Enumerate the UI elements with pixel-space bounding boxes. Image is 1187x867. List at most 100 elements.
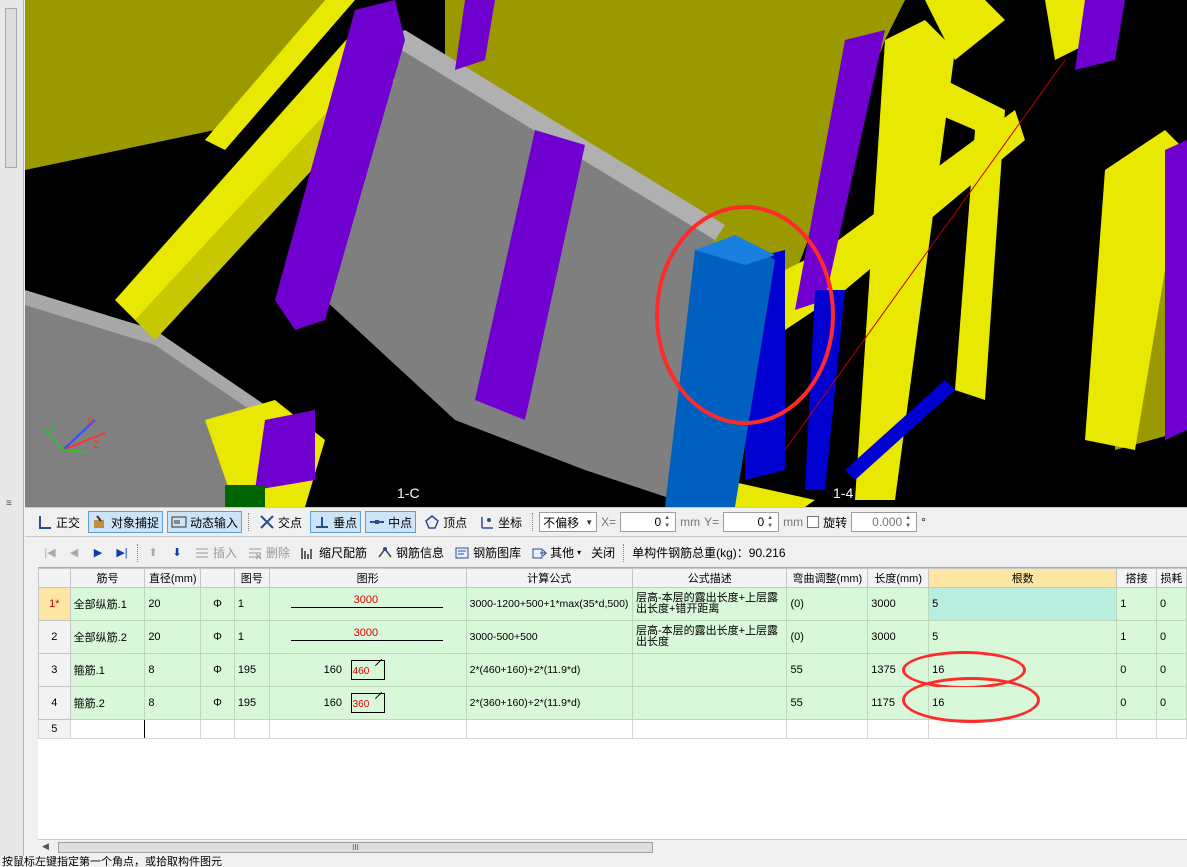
empty-cell[interactable] — [1155, 719, 1187, 739]
diameter-cell[interactable]: 20 — [144, 587, 202, 621]
bend-cell[interactable]: (0) — [786, 620, 869, 654]
midpoint-snap-button[interactable]: 中点 — [365, 511, 417, 533]
empty-cell[interactable] — [268, 719, 467, 739]
formula-cell[interactable]: 2*(460+160)+2*(11.9*d) — [465, 653, 633, 687]
diameter-cell[interactable]: 8 — [144, 653, 202, 687]
loss-cell[interactable]: 0 — [1155, 620, 1187, 654]
lap-cell[interactable]: 0 — [1116, 686, 1157, 720]
col-header-description[interactable]: 公式描述 — [631, 568, 788, 588]
grade-cell[interactable]: Φ — [200, 620, 235, 654]
empty-cell[interactable] — [233, 719, 270, 739]
empty-cell[interactable] — [1116, 719, 1157, 739]
shape-cell[interactable]: 160 360 — [268, 686, 467, 720]
horizontal-scroll-thumb[interactable]: III — [58, 842, 653, 853]
shape-no-cell[interactable]: 1 — [233, 620, 270, 654]
table-row[interactable]: 5 — [38, 719, 1187, 739]
shape-no-cell[interactable]: 1 — [233, 587, 270, 621]
count-cell[interactable]: 5 — [928, 620, 1118, 654]
bar-name-cell[interactable]: 全部纵筋.2 — [69, 620, 146, 654]
close-button[interactable]: 关闭 — [587, 542, 619, 564]
empty-cell[interactable] — [631, 719, 788, 739]
bend-cell[interactable]: 55 — [786, 653, 869, 687]
table-row[interactable]: 4 箍筋.2 8 Φ 195 160 360 2*(360+160)+2*(11… — [38, 677, 1187, 723]
col-header-diameter[interactable]: 直径(mm) — [144, 568, 202, 588]
last-record-icon[interactable]: ▶| — [111, 546, 133, 559]
rotate-angle-input[interactable]: 0.000 ▲ ▼ — [851, 512, 918, 532]
length-cell[interactable]: 3000 — [867, 587, 930, 621]
col-header-length[interactable]: 长度(mm) — [867, 568, 930, 588]
grade-cell[interactable]: Φ — [200, 686, 235, 720]
row-number[interactable]: 2 — [38, 620, 71, 654]
col-header-loss[interactable]: 损耗 — [1155, 568, 1187, 588]
row-number[interactable]: 3 — [38, 653, 71, 687]
grade-cell[interactable]: Φ — [200, 587, 235, 621]
length-cell[interactable]: 3000 — [867, 620, 930, 654]
table-row[interactable]: 2 全部纵筋.2 20 Φ 1 3000 3000-500+500 层高-本层的… — [38, 620, 1187, 654]
row-number[interactable]: 4 — [38, 686, 71, 720]
empty-cell[interactable] — [786, 719, 869, 739]
bar-name-cell[interactable]: 全部纵筋.1 — [69, 587, 146, 621]
x-coordinate-input[interactable]: 0 ▲ ▼ — [620, 512, 677, 532]
y-coordinate-input[interactable]: 0 ▲ ▼ — [723, 512, 780, 532]
col-header-shape-no[interactable]: 图号 — [233, 568, 270, 588]
bar-name-cell[interactable]: 箍筋.1 — [69, 653, 146, 687]
count-cell[interactable]: 16 — [902, 677, 1118, 723]
rebar-info-button[interactable]: 钢筋信息 — [373, 542, 448, 564]
col-header-bar-no[interactable]: 筋号 — [69, 568, 146, 588]
move-up-icon[interactable]: ⬆ — [142, 546, 164, 559]
bend-cell[interactable]: 55 — [786, 686, 869, 720]
insert-button[interactable]: 插入 — [190, 542, 241, 564]
perpendicular-snap-button[interactable]: 垂点 — [310, 511, 362, 533]
shape-no-cell[interactable]: 195 — [233, 653, 270, 687]
formula-cell[interactable]: 3000-1200+500+1*max(35*d,500) — [465, 587, 633, 621]
diameter-cell[interactable]: 8 — [144, 686, 202, 720]
vertex-snap-button[interactable]: 顶点 — [420, 511, 471, 533]
delete-button[interactable]: 删除 — [243, 542, 294, 564]
col-header-count[interactable]: 根数 — [928, 568, 1118, 588]
shape-no-cell[interactable]: 195 — [233, 686, 270, 720]
object-snap-button[interactable]: 对象捕捉 — [88, 511, 164, 533]
col-header-shape[interactable]: 图形 — [268, 568, 467, 588]
next-record-icon[interactable]: ▶ — [87, 546, 109, 559]
description-cell[interactable] — [631, 653, 788, 687]
previous-record-icon[interactable]: ◀ — [63, 546, 85, 559]
description-cell[interactable]: 层高-本层的露出长度+上层露出长度+错开距离 — [631, 587, 788, 621]
vertical-scroll-thumb[interactable] — [5, 8, 17, 168]
col-header-bend[interactable]: 弯曲调整(mm) — [786, 568, 869, 588]
splitter-grip-icon[interactable]: ≡ — [6, 498, 12, 509]
empty-cell[interactable] — [200, 719, 235, 739]
intersection-snap-button[interactable]: 交点 — [255, 511, 306, 533]
offset-dropdown[interactable]: 不偏移 ▼ — [539, 512, 598, 532]
scroll-left-icon[interactable]: ◀ — [42, 841, 49, 852]
loss-cell[interactable]: 0 — [1155, 686, 1187, 720]
ortho-button[interactable]: 正交 — [33, 511, 84, 533]
move-down-icon[interactable]: ⬇ — [166, 546, 188, 559]
coordinate-snap-button[interactable]: 坐标 — [475, 511, 526, 533]
other-menu-button[interactable]: 其他 ▾ — [527, 542, 585, 564]
bar-name-cell[interactable]: 箍筋.2 — [69, 686, 146, 720]
formula-cell[interactable]: 3000-500+500 — [465, 620, 633, 654]
3d-viewport[interactable]: X Y Z 1-C 1-4 — [25, 0, 1187, 507]
description-cell[interactable] — [631, 686, 788, 720]
spinner-icon[interactable]: ▲ ▼ — [905, 514, 914, 530]
row-number[interactable]: 5 — [38, 719, 71, 739]
description-cell[interactable]: 层高-本层的露出长度+上层露出长度 — [631, 620, 788, 654]
lap-cell[interactable]: 1 — [1116, 587, 1157, 621]
empty-cell[interactable] — [69, 719, 146, 739]
count-cell[interactable]: 5 — [928, 587, 1118, 621]
rotate-checkbox[interactable] — [807, 516, 820, 528]
scale-rebar-button[interactable]: 缩尺配筋 — [296, 542, 371, 564]
shape-cell[interactable]: 160 460 — [268, 653, 467, 687]
shape-cell[interactable]: 3000 — [268, 587, 467, 621]
dynamic-input-button[interactable]: 动态输入 — [167, 511, 243, 533]
loss-cell[interactable]: 0 — [1155, 587, 1187, 621]
horizontal-scrollbar[interactable]: ◀ III — [38, 839, 1187, 854]
diameter-cell[interactable]: 20 — [144, 620, 202, 654]
empty-cell[interactable] — [144, 719, 202, 739]
lap-cell[interactable]: 1 — [1116, 620, 1157, 654]
chevron-down-icon[interactable]: ▼ — [582, 518, 596, 527]
col-header-formula[interactable]: 计算公式 — [465, 568, 633, 588]
left-scroll-strip[interactable]: ≡ — [0, 0, 24, 860]
table-row[interactable]: 1* 全部纵筋.1 20 Φ 1 3000 3000-1200+500+1*ma… — [38, 587, 1187, 621]
row-number[interactable]: 1* — [38, 587, 71, 621]
